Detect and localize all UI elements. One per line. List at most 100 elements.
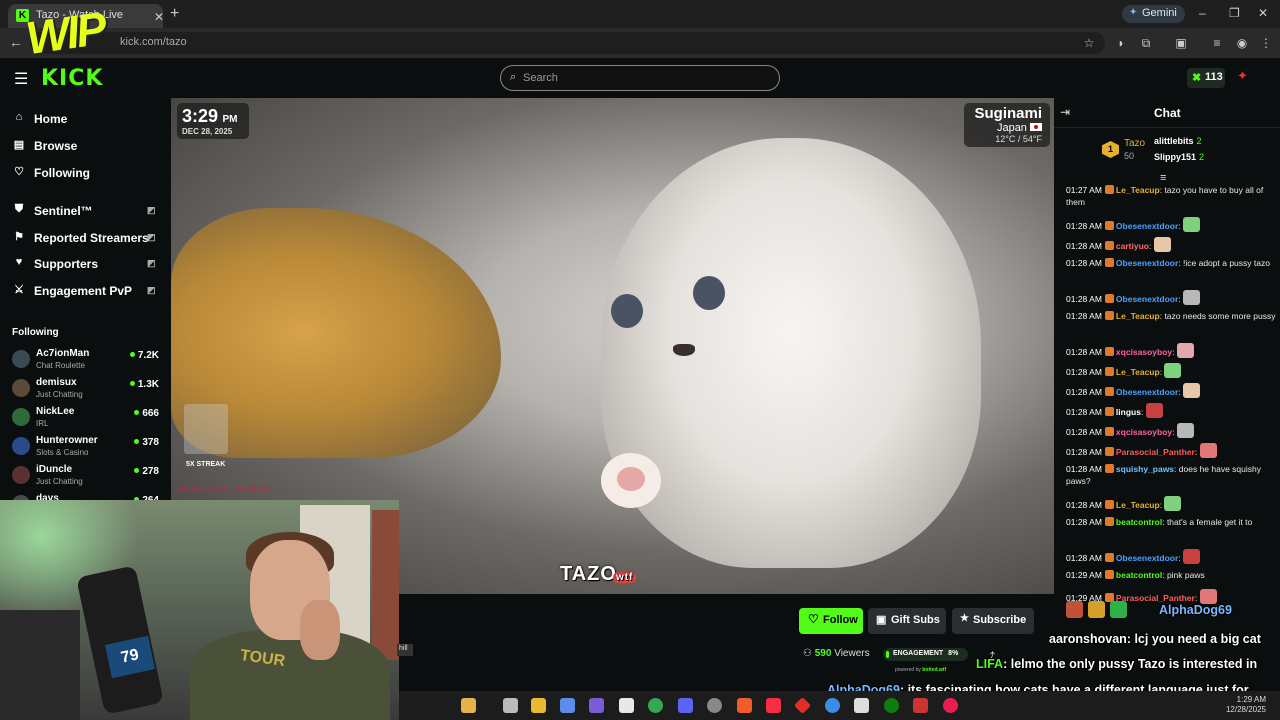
hamburger-menu-icon[interactable]: ☰ [14,69,28,89]
user-avatar-icon[interactable]: ✦ [1237,68,1253,84]
expand-leaderboard-icon[interactable]: ≡ [1160,172,1166,184]
chat-message[interactable]: 01:28 AM xqcisasoyboy: [1066,343,1276,358]
app-icon[interactable] [913,698,928,713]
message-username[interactable]: Le_Teacup [1116,367,1160,377]
maximize-icon[interactable]: ❐ [1229,6,1240,20]
close-window-icon[interactable]: ✕ [1258,6,1268,20]
stream-tag[interactable]: hill [397,644,413,656]
collapse-chat-icon[interactable]: ⇥ [1060,105,1070,119]
edge-icon[interactable] [825,698,840,713]
chat-message[interactable]: 01:28 AM Obesenextdoor: [1066,383,1276,398]
gift-subs-button[interactable]: Gift Subs [868,608,946,634]
tab-search-icon[interactable]: ≡ [1210,36,1224,50]
message-username[interactable]: Obesenextdoor [1116,294,1178,304]
extension-icon[interactable]: ◗ [1114,36,1128,50]
engagement-meter: ENGAGEMENT 8% [883,648,968,661]
message-username[interactable]: Parasocial_Panther [1116,447,1195,457]
message-username[interactable]: xqcisasoyboy [1116,347,1172,357]
close-tab-icon[interactable]: ✕ [154,10,163,24]
copilot-icon[interactable] [560,698,575,713]
kicks-balance[interactable]: 113 [1187,68,1225,88]
music-icon[interactable] [766,698,781,713]
chat-message[interactable]: 01:28 AM Le_Teacup: [1066,363,1276,378]
puzzle-icon[interactable]: ⧉ [1139,36,1153,50]
channel-category: Slots & Casino [36,448,89,457]
file-explorer-icon[interactable] [531,698,546,713]
menu-dots-icon[interactable]: ⋮ [1259,36,1273,50]
chat-message[interactable]: 01:28 AM Obesenextdoor: [1066,549,1276,564]
overlay-text: : lelmo the only pussy Tazo is intereste… [1003,657,1258,671]
sidebar-item-browse[interactable]: ▤ Browse [0,134,170,158]
streak-widget: 5X STREAK [184,404,228,468]
profile-icon[interactable]: ◉ [1235,36,1249,50]
chat-message[interactable]: 01:27 AM Le_Teacup: tazo you have to buy … [1066,184,1276,208]
chat-message[interactable]: 01:28 AM Le_Teacup: [1066,496,1276,511]
chat-message[interactable]: 01:28 AM Parasocial_Panther: [1066,443,1276,458]
chat-message[interactable]: 01:28 AM lingus: [1066,403,1276,418]
message-username[interactable]: lingus [1116,407,1141,417]
sidebar-item-engagement-pvp[interactable]: ⚔ Engagement PvP ◩ [0,279,170,303]
following-channel[interactable]: NickLee IRL 666 [0,405,170,434]
sidebar-item-home[interactable]: ⌂ Home [0,107,170,131]
system-clock[interactable]: 1:29 AM 12/28/2025 [1226,695,1266,715]
message-username[interactable]: beatcontrol [1116,517,1162,527]
chat-message[interactable]: 01:28 AM xqcisasoyboy: [1066,423,1276,438]
emote-icon[interactable] [1110,601,1127,618]
chat-messages: 01:27 AM Le_Teacup: tazo you have to buy … [1054,184,1280,614]
task-view-icon[interactable] [503,698,518,713]
message-username[interactable]: squishy_paws [1116,464,1174,474]
message-username[interactable]: Obesenextdoor [1116,387,1178,397]
app-icon[interactable] [461,698,476,713]
brave-icon[interactable] [737,698,752,713]
new-tab-icon[interactable]: + [170,5,179,23]
emote-icon[interactable] [1066,601,1083,618]
back-arrow-icon[interactable]: ← [9,34,23,50]
message-username[interactable]: Le_Teacup [1116,311,1160,321]
url-input[interactable]: kick.com/tazo [30,32,1105,54]
chat-message[interactable]: 01:28 AM cartiyuo: [1066,237,1276,252]
obs-icon[interactable] [707,698,722,713]
chat-message[interactable]: 01:29 AM beatcontrol: pink paws [1066,569,1276,581]
subscribe-button[interactable]: Subscribe [952,608,1034,634]
chrome-icon[interactable] [648,698,663,713]
message-username[interactable]: beatcontrol [1116,570,1162,580]
sidebar-item-supporters[interactable]: ♥ Supporters ◩ [0,252,170,276]
following-channel[interactable]: days264 [0,492,170,500]
clock-time: 1:29 AM [1236,695,1266,704]
following-channel[interactable]: Ac7ionMan Chat Roulette 7.2K [0,347,170,376]
app-icon[interactable] [943,698,958,713]
message-username[interactable]: Obesenextdoor [1116,553,1178,563]
minimize-icon[interactable]: – [1199,6,1206,20]
xbox-icon[interactable] [884,698,899,713]
following-channel[interactable]: iDuncle Just Chatting 278 [0,463,170,492]
message-username[interactable]: cartiyuo [1116,241,1149,251]
app-icon[interactable] [794,697,811,714]
teams-icon[interactable] [589,698,604,713]
search-input[interactable]: ⌕ Search [500,65,780,91]
sidebar-item-following[interactable]: ♡ Following [0,161,170,185]
chat-message[interactable]: 01:28 AM Le_Teacup: tazo needs some more … [1066,310,1276,322]
chat-message[interactable]: 01:28 AM Obesenextdoor: [1066,217,1276,232]
discord-icon[interactable] [678,698,693,713]
sidebar-item-reported-streamers[interactable]: ⚑ Reported Streamers ◩ [0,226,170,250]
bookmark-star-icon[interactable]: ☆ [1082,36,1096,50]
kick-logo[interactable]: KICK [41,66,103,91]
message-username[interactable]: Le_Teacup [1116,185,1160,195]
sidebar-item-sentinel[interactable]: ⛊ Sentinel™ ◩ [0,199,170,223]
store-icon[interactable] [619,698,634,713]
chat-message[interactable]: 01:28 AM Obesenextdoor: [1066,290,1276,305]
sidebar-toggle-icon[interactable]: ▣ [1174,36,1188,50]
chat-message[interactable]: 01:28 AM squishy_paws: does he have squis… [1066,463,1276,487]
message-username[interactable]: Obesenextdoor [1116,221,1178,231]
message-username[interactable]: Obesenextdoor [1116,258,1178,268]
message-username[interactable]: xqcisasoyboy [1116,427,1172,437]
gemini-button[interactable]: Gemini [1122,5,1185,23]
emote-icon[interactable] [1088,601,1105,618]
chat-message[interactable]: 01:28 AM Obesenextdoor: !ice adopt a puss… [1066,257,1276,269]
following-channel[interactable]: demisux Just Chatting 1.3K [0,376,170,405]
follow-button[interactable]: Follow [799,608,863,634]
following-channel[interactable]: Hunterowner Slots & Casino 378 [0,434,170,463]
chat-message[interactable]: 01:28 AM beatcontrol: that's a female get… [1066,516,1276,528]
app-icon[interactable] [854,698,869,713]
message-username[interactable]: Le_Teacup [1116,500,1160,510]
